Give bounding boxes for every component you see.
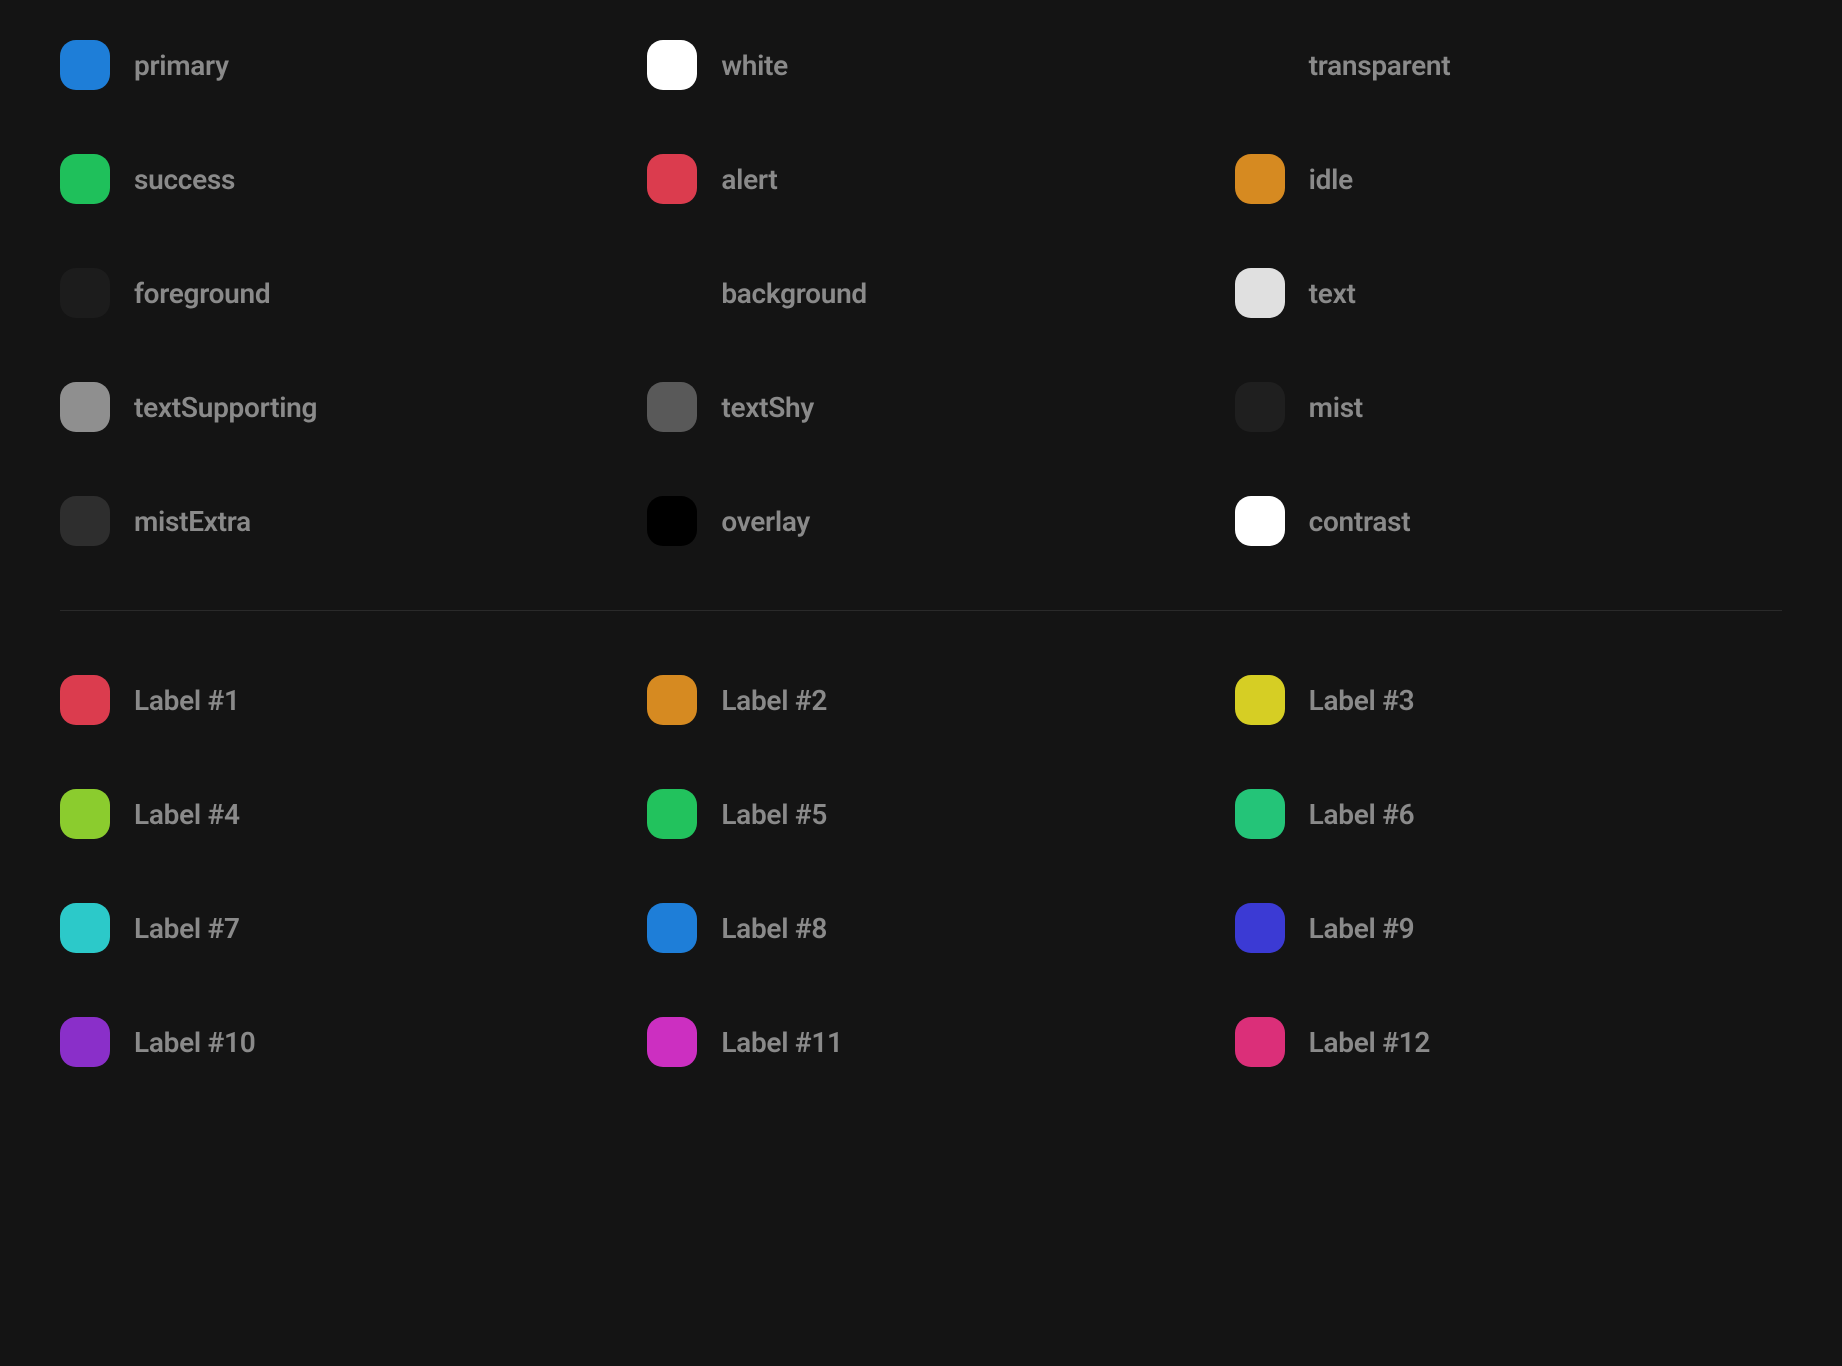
themeColor-swatch xyxy=(1235,268,1285,318)
themeColor-row: textSupporting xyxy=(60,382,607,432)
labelColor-swatch xyxy=(1235,675,1285,725)
themeColor-label: textShy xyxy=(721,391,814,424)
themeColor-row: mistExtra xyxy=(60,496,607,546)
themeColor-swatch xyxy=(647,496,697,546)
labelColor-swatch xyxy=(647,675,697,725)
labelColor-label: Label #5 xyxy=(721,798,827,831)
themeColor-swatch xyxy=(60,382,110,432)
labelColor-row: Label #1 xyxy=(60,675,607,725)
labelColor-label: Label #6 xyxy=(1309,798,1415,831)
labelColor-swatch xyxy=(1235,789,1285,839)
themeColor-label: text xyxy=(1309,277,1356,310)
themeColor-swatch xyxy=(60,154,110,204)
themeColor-row: alert xyxy=(647,154,1194,204)
labelColor-swatch xyxy=(60,1017,110,1067)
labelColor-label: Label #2 xyxy=(721,684,827,717)
themeColor-swatch xyxy=(1235,154,1285,204)
section-divider xyxy=(60,610,1782,611)
themeColor-swatch xyxy=(1235,40,1285,90)
labelColor-row: Label #11 xyxy=(647,1017,1194,1067)
label-colors-grid: Label #1 Label #2 Label #3 Label #4 Label #5… xyxy=(60,675,1782,1067)
themeColor-swatch xyxy=(647,40,697,90)
themeColor-row: foreground xyxy=(60,268,607,318)
labelColor-swatch xyxy=(1235,903,1285,953)
themeColor-label: white xyxy=(721,49,788,82)
themeColor-label: contrast xyxy=(1309,505,1411,538)
themeColor-swatch xyxy=(60,496,110,546)
labelColor-row: Label #8 xyxy=(647,903,1194,953)
themeColor-label: alert xyxy=(721,163,777,196)
labelColor-row: Label #10 xyxy=(60,1017,607,1067)
labelColor-swatch xyxy=(60,903,110,953)
themeColor-row: textShy xyxy=(647,382,1194,432)
labelColor-label: Label #11 xyxy=(721,1026,842,1059)
labelColor-row: Label #2 xyxy=(647,675,1194,725)
labelColor-label: Label #9 xyxy=(1309,912,1415,945)
themeColor-row: transparent xyxy=(1235,40,1782,90)
labelColor-label: Label #8 xyxy=(721,912,827,945)
themeColor-swatch xyxy=(1235,382,1285,432)
themeColor-swatch xyxy=(647,154,697,204)
themeColor-label: background xyxy=(721,277,867,310)
labelColor-row: Label #9 xyxy=(1235,903,1782,953)
themeColor-row: background xyxy=(647,268,1194,318)
themeColor-row: primary xyxy=(60,40,607,90)
themeColor-swatch xyxy=(647,268,697,318)
labelColor-swatch xyxy=(1235,1017,1285,1067)
themeColor-label: textSupporting xyxy=(134,391,317,424)
themeColor-label: primary xyxy=(134,49,229,82)
themeColor-label: foreground xyxy=(134,277,270,310)
labelColor-row: Label #7 xyxy=(60,903,607,953)
labelColor-row: Label #12 xyxy=(1235,1017,1782,1067)
theme-colors-grid: primary white transparent success alert idle f… xyxy=(60,40,1782,546)
labelColor-swatch xyxy=(647,1017,697,1067)
labelColor-label: Label #3 xyxy=(1309,684,1415,717)
themeColor-swatch xyxy=(60,40,110,90)
labelColor-row: Label #3 xyxy=(1235,675,1782,725)
labelColor-row: Label #6 xyxy=(1235,789,1782,839)
themeColor-label: transparent xyxy=(1309,49,1451,82)
themeColor-row: success xyxy=(60,154,607,204)
themeColor-swatch xyxy=(647,382,697,432)
themeColor-row: idle xyxy=(1235,154,1782,204)
themeColor-label: idle xyxy=(1309,163,1353,196)
themeColor-row: mist xyxy=(1235,382,1782,432)
labelColor-row: Label #5 xyxy=(647,789,1194,839)
themeColor-row: white xyxy=(647,40,1194,90)
themeColor-swatch xyxy=(1235,496,1285,546)
themeColor-row: overlay xyxy=(647,496,1194,546)
themeColor-label: mist xyxy=(1309,391,1363,424)
themeColor-swatch xyxy=(60,268,110,318)
themeColor-row: contrast xyxy=(1235,496,1782,546)
labelColor-swatch xyxy=(60,789,110,839)
labelColor-swatch xyxy=(647,903,697,953)
labelColor-swatch xyxy=(647,789,697,839)
labelColor-swatch xyxy=(60,675,110,725)
themeColor-label: mistExtra xyxy=(134,505,251,538)
labelColor-label: Label #10 xyxy=(134,1026,255,1059)
themeColor-label: success xyxy=(134,163,235,196)
labelColor-label: Label #4 xyxy=(134,798,240,831)
labelColor-label: Label #1 xyxy=(134,684,240,717)
themeColor-label: overlay xyxy=(721,505,810,538)
themeColor-row: text xyxy=(1235,268,1782,318)
labelColor-label: Label #7 xyxy=(134,912,240,945)
labelColor-label: Label #12 xyxy=(1309,1026,1430,1059)
labelColor-row: Label #4 xyxy=(60,789,607,839)
